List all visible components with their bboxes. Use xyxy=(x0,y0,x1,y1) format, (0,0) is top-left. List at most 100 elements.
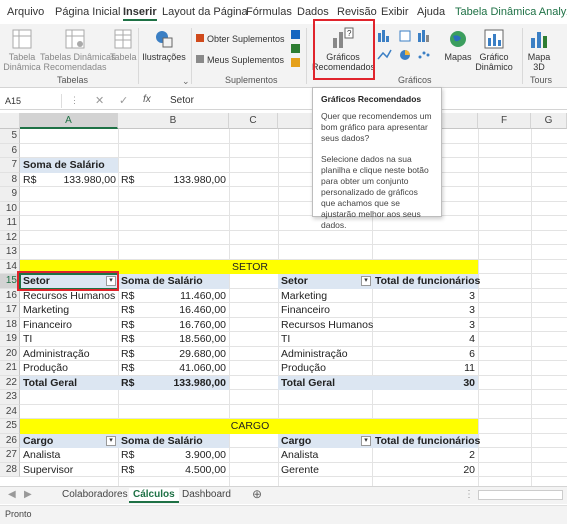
tab-revisao[interactable]: Revisão xyxy=(337,6,377,18)
row-header-23[interactable]: 23 xyxy=(0,390,20,405)
more-sheets-icon[interactable]: ⋮ xyxy=(460,488,478,501)
sheet-tab-dashboard[interactable]: Dashboard xyxy=(178,488,235,501)
chevron-down-icon[interactable]: ⌄ xyxy=(182,76,190,87)
enter-icon[interactable]: ✓ xyxy=(119,94,128,107)
pivot1-row-value[interactable]: 29.680,00 xyxy=(140,347,226,362)
pivot1-total-currency[interactable]: R$ xyxy=(121,376,134,391)
pivot4-row-label[interactable]: Gerente xyxy=(281,463,319,478)
3d-map-button[interactable]: Mapa 3D xyxy=(525,28,553,72)
horizontal-scrollbar[interactable] xyxy=(478,490,563,500)
pivot3-row-label[interactable]: Analista xyxy=(23,448,60,463)
pivot1-total-value[interactable]: 133.980,00 xyxy=(140,376,226,391)
tab-arquivo[interactable]: Arquivo xyxy=(7,6,44,18)
pivot2-total-value[interactable]: 30 xyxy=(375,376,475,391)
row-header-26[interactable]: 26 xyxy=(0,433,20,448)
pivot2-row-value[interactable]: 4 xyxy=(375,332,475,347)
pivot4-row-value[interactable]: 20 xyxy=(375,463,475,478)
row-header-28[interactable]: 28 xyxy=(0,462,20,477)
filter-dropdown-icon[interactable]: ▾ xyxy=(361,276,371,286)
add-sheet-icon[interactable]: ⊕ xyxy=(248,486,266,502)
row-header-19[interactable]: 19 xyxy=(0,332,20,347)
column-header-f[interactable]: F xyxy=(478,113,531,129)
pivot3-row-currency[interactable]: R$ xyxy=(121,448,134,463)
row-header-17[interactable]: 17 xyxy=(0,303,20,318)
pivot4-header-cargo[interactable]: Cargo xyxy=(281,434,311,449)
tab-ajuda[interactable]: Ajuda xyxy=(417,6,445,18)
pivot2-row-label[interactable]: Administração xyxy=(281,347,348,362)
pivot2-row-value[interactable]: 11 xyxy=(375,361,475,376)
pivot1-row-value[interactable]: 16.760,00 xyxy=(140,318,226,333)
sheet-tab-calculos[interactable]: Cálculos xyxy=(129,488,179,503)
pivot1-row-currency[interactable]: R$ xyxy=(121,303,134,318)
pivot1-header-salario[interactable]: Soma de Salário xyxy=(121,274,203,289)
row-header-20[interactable]: 20 xyxy=(0,346,20,361)
pivot1-row-value[interactable]: 16.460,00 xyxy=(140,303,226,318)
cargo-title[interactable]: CARGO xyxy=(230,419,270,434)
tab-inserir[interactable]: Inserir xyxy=(123,6,157,21)
row-header-25[interactable]: 25 xyxy=(0,419,20,434)
cell-a8-value[interactable]: 133.980,00 xyxy=(40,173,116,188)
pivot3-row-label[interactable]: Supervisor xyxy=(23,463,73,478)
cell-b8-value[interactable]: 133.980,00 xyxy=(140,173,226,188)
cell-a8-currency[interactable]: R$ xyxy=(23,173,36,188)
pivot4-row-label[interactable]: Analista xyxy=(281,448,318,463)
pivot2-header-total[interactable]: Total de funcionários xyxy=(375,274,480,289)
pivot1-total-label[interactable]: Total Geral xyxy=(23,376,77,391)
row-header-24[interactable]: 24 xyxy=(0,404,20,419)
row-header-27[interactable]: 27 xyxy=(0,448,20,463)
maps-button[interactable]: Mapas xyxy=(441,28,475,62)
cell-b8-currency[interactable]: R$ xyxy=(121,173,134,188)
pivot1-row-label[interactable]: Produção xyxy=(23,361,68,376)
pivot3-header-cargo[interactable]: Cargo xyxy=(23,434,53,449)
pivot1-row-value[interactable]: 41.060,00 xyxy=(140,361,226,376)
recommended-pivot-tables-button[interactable]: Tabelas Dinâmicas Recomendadas xyxy=(40,28,116,72)
chart-type-icons[interactable] xyxy=(376,29,440,73)
filter-dropdown-icon[interactable]: ▾ xyxy=(361,435,371,446)
table-button[interactable]: Tabela xyxy=(110,28,137,62)
pivot2-row-value[interactable]: 3 xyxy=(375,318,475,333)
row-header-7[interactable]: 7 xyxy=(0,158,20,173)
sheet-tab-colaboradores[interactable]: Colaboradores xyxy=(58,488,132,501)
scroll-right-icon[interactable]: ▶ xyxy=(20,488,36,501)
pivot1-row-currency[interactable]: R$ xyxy=(121,347,134,362)
pivot4-header-total[interactable]: Total de funcionários xyxy=(375,434,480,449)
my-addins-button[interactable]: Meus Suplementos xyxy=(196,55,284,65)
cancel-icon[interactable]: ✕ xyxy=(95,94,104,107)
cell-a7[interactable]: Soma de Salário xyxy=(23,158,105,173)
pivot1-row-label[interactable]: Marketing xyxy=(23,303,69,318)
tab-tabela-dinamica-analyze[interactable]: Tabela Dinâmica Analyze xyxy=(455,6,567,18)
name-box[interactable]: A15 xyxy=(2,94,62,108)
column-header-g[interactable]: G xyxy=(531,113,567,129)
pivot1-row-value[interactable]: 11.460,00 xyxy=(140,289,226,304)
scroll-left-icon[interactable]: ◀ xyxy=(4,488,20,501)
column-header-b[interactable]: B xyxy=(118,113,229,129)
pivot3-header-salario[interactable]: Soma de Salário xyxy=(121,434,203,449)
pivot2-header-setor[interactable]: Setor xyxy=(281,274,308,289)
pivot2-row-value[interactable]: 3 xyxy=(375,303,475,318)
pivot-table-button[interactable]: Tabela Dinâmica xyxy=(2,28,42,72)
row-header-22[interactable]: 22 xyxy=(0,375,20,390)
row-header-9[interactable]: 9 xyxy=(0,187,20,202)
filter-dropdown-icon[interactable]: ▾ xyxy=(106,435,116,446)
row-header-10[interactable]: 10 xyxy=(0,201,20,216)
pivot1-row-label[interactable]: Administração xyxy=(23,347,90,362)
pivot1-row-currency[interactable]: R$ xyxy=(121,361,134,376)
pivot1-row-value[interactable]: 18.560,00 xyxy=(140,332,226,347)
setor-title[interactable]: SETOR xyxy=(230,260,270,275)
formula-value[interactable]: Setor xyxy=(170,95,194,106)
tab-dados[interactable]: Dados xyxy=(297,6,329,18)
pivot3-row-value[interactable]: 4.500,00 xyxy=(140,463,226,478)
row-header-18[interactable]: 18 xyxy=(0,317,20,332)
row-header-8[interactable]: 8 xyxy=(0,172,20,187)
pivot1-row-currency[interactable]: R$ xyxy=(121,332,134,347)
column-header-a[interactable]: A xyxy=(20,113,118,129)
pivot3-row-value[interactable]: 3.900,00 xyxy=(140,448,226,463)
row-header-21[interactable]: 21 xyxy=(0,361,20,376)
pivot2-row-label[interactable]: Recursos Humanos xyxy=(281,318,373,333)
addins-app-icons[interactable] xyxy=(290,28,302,72)
tab-layout[interactable]: Layout da Página xyxy=(162,6,248,18)
pivot1-row-label[interactable]: Financeiro xyxy=(23,318,72,333)
illustrations-button[interactable]: Ilustrações xyxy=(142,28,186,62)
row-header-6[interactable]: 6 xyxy=(0,143,20,158)
row-header-11[interactable]: 11 xyxy=(0,216,20,231)
